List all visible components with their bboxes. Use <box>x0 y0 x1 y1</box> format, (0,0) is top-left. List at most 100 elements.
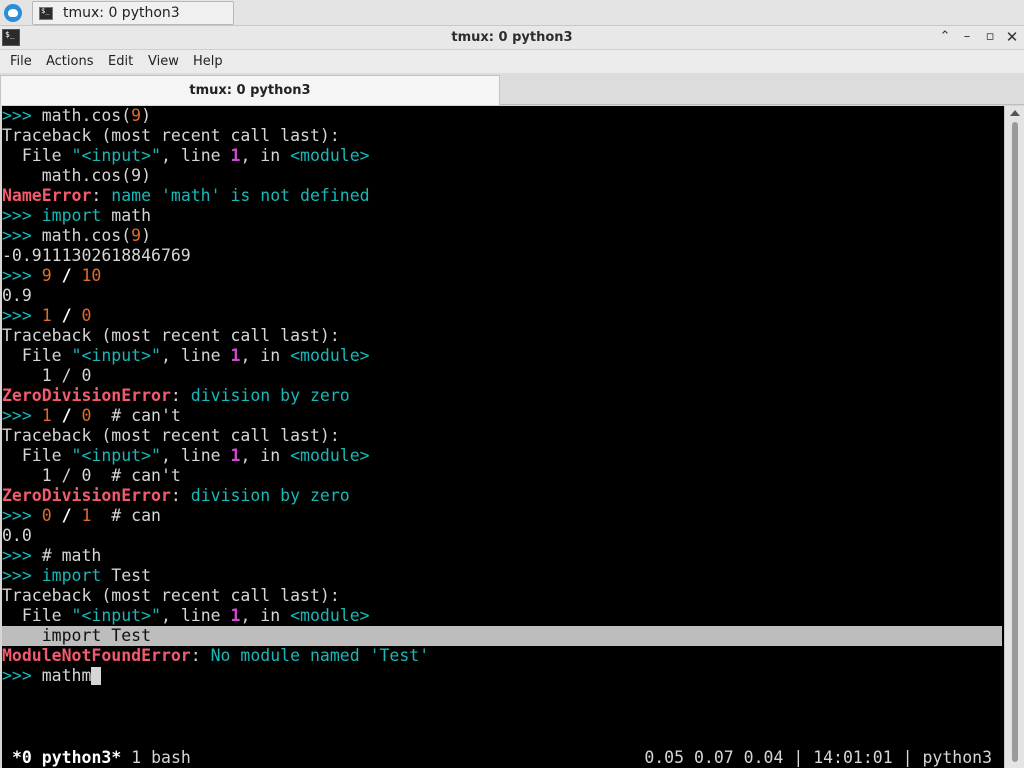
terminal-text: / <box>61 266 72 285</box>
terminal-line: ModuleNotFoundError: No module named 'Te… <box>2 646 1002 666</box>
terminal-text: : <box>170 386 191 405</box>
terminal-text: >>> <box>2 506 42 525</box>
terminal-line: 0.0 <box>2 526 1002 546</box>
terminal-text: ZeroDivisionError <box>2 386 171 405</box>
terminal-line: File "<input>", line 1, in <module> <box>2 346 1002 366</box>
terminal-text: 1 <box>230 346 241 365</box>
terminal-text: 1 <box>230 146 241 165</box>
terminal-line: 1 / 0 # can't <box>2 466 1002 486</box>
restore-icon[interactable]: ▫ <box>981 28 999 46</box>
terminal-text: <module> <box>290 146 370 165</box>
terminal-text: : <box>170 486 191 505</box>
terminal-line: NameError: name 'math' is not defined <box>2 186 1002 206</box>
terminal-text: No module named 'Test' <box>210 646 430 665</box>
terminal-text: division by zero <box>190 386 350 405</box>
menu-help[interactable]: Help <box>193 54 223 69</box>
window-title: tmux: 0 python3 <box>451 30 573 45</box>
tmux-status-right: 0.05 0.07 0.04 | 14:01:01 | python3 <box>644 748 992 767</box>
terminal-line: >>> import Test <box>2 566 1002 586</box>
terminal-text: -0.9111302618846769 <box>2 246 191 265</box>
terminal-line: math.cos(9) <box>2 166 1002 186</box>
terminal-text: 0.0 <box>2 526 32 545</box>
terminal-text: 1 <box>41 306 52 325</box>
terminal-text: NameError <box>2 186 92 205</box>
terminal-text: 0.9 <box>2 286 32 305</box>
taskbar: tmux: 0 python3 <box>0 0 1024 26</box>
terminal-output: >>> math.cos(9) Traceback (most recent ca… <box>2 106 1002 686</box>
close-icon[interactable]: ✕ <box>1003 28 1021 46</box>
tab-tmux[interactable]: tmux: 0 python3 <box>0 75 500 105</box>
terminal-text: , in <box>240 346 291 365</box>
terminal-text: "<input>" <box>71 446 161 465</box>
terminal-text: 9 <box>41 266 52 285</box>
maximize-icon[interactable]: ⌃ <box>936 28 954 46</box>
scrollbar[interactable] <box>1004 106 1024 768</box>
terminal-text: 10 <box>81 266 102 285</box>
terminal-text: , in <box>240 446 291 465</box>
menu-bar: File Actions Edit View Help <box>0 50 1024 73</box>
terminal-text: >>> <box>2 206 42 225</box>
terminal-area[interactable]: >>> math.cos(9) Traceback (most recent ca… <box>2 106 1004 768</box>
tab-label: tmux: 0 python3 <box>189 83 311 98</box>
menu-file[interactable]: File <box>10 54 32 69</box>
taskbar-window-button[interactable]: tmux: 0 python3 <box>32 1 234 25</box>
terminal-text: : <box>190 646 211 665</box>
terminal-line: >>> mathm <box>2 666 1002 686</box>
minimize-icon[interactable]: – <box>958 28 976 46</box>
taskbar-window-label: tmux: 0 python3 <box>63 5 180 21</box>
terminal-text: 1 <box>230 606 241 625</box>
terminal-line: Traceback (most recent call last): <box>2 426 1002 446</box>
terminal-text: ) <box>141 226 152 245</box>
terminal-text: , line <box>160 346 231 365</box>
terminal-text: / <box>61 406 72 425</box>
terminal-text: 0 <box>41 506 52 525</box>
terminal-line: >>> import math <box>2 206 1002 226</box>
tmux-window-python3[interactable]: *0 python3* <box>12 748 121 767</box>
menu-view[interactable]: View <box>148 54 179 69</box>
menu-actions[interactable]: Actions <box>46 54 94 69</box>
terminal-text: mathm <box>41 666 92 685</box>
terminal-text: <module> <box>290 346 370 365</box>
terminal-text: , line <box>160 606 231 625</box>
terminal-text: math.cos( <box>41 106 132 125</box>
terminal-text: File <box>2 346 72 365</box>
terminal-text: division by zero <box>190 486 350 505</box>
terminal-icon <box>39 7 53 20</box>
terminal-text: 0 <box>81 406 92 425</box>
terminal-text: import <box>41 566 102 585</box>
menu-edit[interactable]: Edit <box>108 54 133 69</box>
terminal-text: 1 <box>81 506 92 525</box>
terminal-line: -0.9111302618846769 <box>2 246 1002 266</box>
terminal-text: "<input>" <box>71 146 161 165</box>
terminal-text: "<input>" <box>71 346 161 365</box>
scrollbar-thumb[interactable] <box>1012 122 1018 762</box>
terminal-line: >>> math.cos(9) <box>2 106 1002 126</box>
terminal-line: File "<input>", line 1, in <module> <box>2 146 1002 166</box>
terminal-text: File <box>2 446 72 465</box>
terminal-text: math.cos( <box>41 226 132 245</box>
window-titlebar[interactable]: tmux: 0 python3 ⌃ – ▫ ✕ <box>0 26 1024 50</box>
terminal-text: 9 <box>131 226 142 245</box>
terminal-line: 0.9 <box>2 286 1002 306</box>
terminal-text: <module> <box>290 606 370 625</box>
terminal-line: >>> 9 / 10 <box>2 266 1002 286</box>
tmux-window-bash[interactable]: 1 bash <box>121 748 191 767</box>
terminal-text: Traceback (most recent call last): <box>2 126 340 145</box>
terminal-text: Traceback (most recent call last): <box>2 326 340 345</box>
terminal-text: math.cos(9) <box>2 166 152 185</box>
terminal-line: >>> 1 / 0 <box>2 306 1002 326</box>
terminal-text: / <box>61 306 72 325</box>
terminal-text: , line <box>160 146 231 165</box>
terminal-text: 9 <box>131 106 142 125</box>
terminal-line: File "<input>", line 1, in <module> <box>2 446 1002 466</box>
scroll-up-icon[interactable] <box>1010 110 1020 116</box>
terminal-text: >>> <box>2 666 42 685</box>
start-menu-icon[interactable] <box>4 4 22 22</box>
